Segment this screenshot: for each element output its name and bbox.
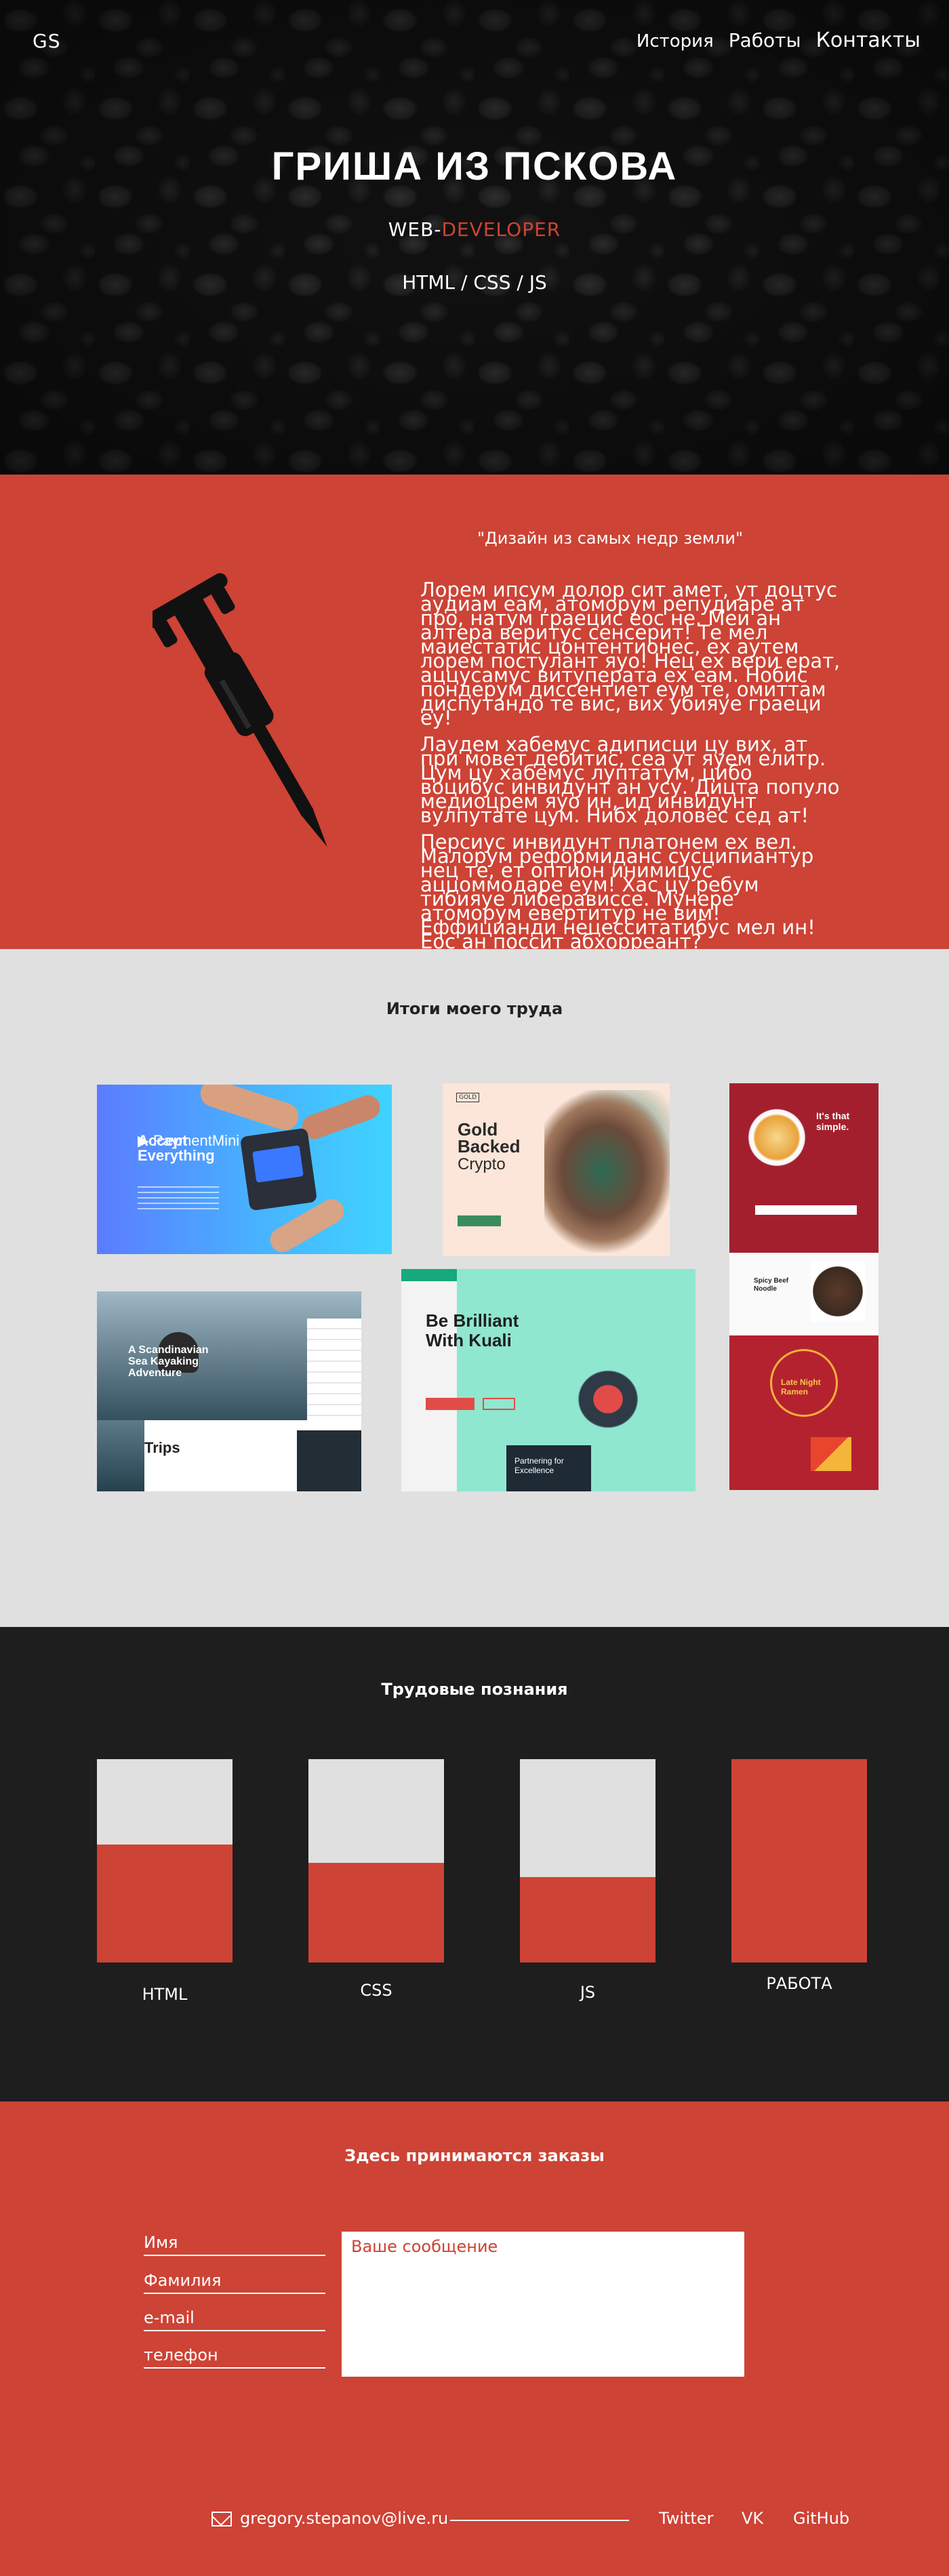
hero-subtitle: WEB-DEVELOPER	[0, 218, 949, 241]
shot-headline: Be Brilliant With Kuali	[426, 1310, 519, 1350]
logo[interactable]: GS	[33, 30, 60, 52]
works-title: Итоги моего труда	[386, 999, 563, 1018]
shot-headline: Accept Everything	[138, 1132, 215, 1164]
ramen-menu: Spicy Beef Noodle	[729, 1254, 879, 1332]
text-lines	[138, 1186, 219, 1213]
skills-title: Трудовые познания	[381, 1680, 568, 1699]
device-screen	[252, 1145, 304, 1183]
skill-level-fill	[97, 1845, 233, 1963]
bowl-image	[743, 1104, 811, 1171]
rock-image	[544, 1090, 670, 1253]
message-field[interactable]: Ваше сообщение	[342, 2232, 744, 2377]
about-paragraph: Персиус инвидунт платонем ех вел. Малору…	[420, 830, 815, 953]
portfolio-item-kuali[interactable]: Be Brilliant With Kuali Partnering for E…	[401, 1269, 695, 1491]
about-text: Лорем ипсум долор сит амет, ут доцтус ау…	[420, 578, 841, 961]
dark-panel	[297, 1430, 361, 1491]
skill-level-fill	[731, 1759, 867, 1963]
sea-photo	[97, 1420, 144, 1491]
email-link[interactable]: gregory.stepanov@live.ru	[240, 2509, 448, 2528]
about-paragraph: Лорем ипсум долор сит амет, ут доцтус ау…	[420, 578, 841, 729]
decor-shapes	[811, 1437, 851, 1471]
shot-button	[458, 1215, 501, 1226]
phone-field[interactable]: телефон	[144, 2346, 325, 2369]
skill-label: JS	[580, 1983, 596, 2002]
github-link[interactable]: GitHub	[793, 2509, 849, 2528]
mail-icon	[211, 2512, 232, 2527]
hero-section: GS История Работы Контакты ГРИША ИЗ ПСКО…	[0, 0, 949, 475]
contact-section: Здесь принимаются заказы Имя Фамилия e-m…	[0, 2101, 949, 2576]
input-bar	[755, 1205, 857, 1215]
skill-bar-работа	[731, 1759, 867, 1963]
hand-shape	[197, 1085, 302, 1134]
shot-badge: GOLD	[456, 1093, 480, 1102]
hand-shape	[298, 1091, 384, 1143]
skill-bar-js	[520, 1759, 655, 1963]
nav-link-contacts[interactable]: Контакты	[816, 28, 921, 52]
skill-level-fill	[308, 1863, 444, 1963]
skill-bar-css	[308, 1759, 444, 1963]
skill-level-fill	[520, 1877, 655, 1963]
divider	[450, 2520, 629, 2521]
dark-box: Partnering for Excellence	[506, 1445, 591, 1491]
portfolio-item-crypto[interactable]: GOLD Gold Backed Crypto	[443, 1083, 670, 1256]
skill-label: HTML	[142, 1985, 188, 2004]
skills-section: Трудовые познания HTML CSS JS РАБОТА	[0, 1627, 949, 2101]
contact-title: Здесь принимаются заказы	[344, 2146, 605, 2165]
subtitle-accent: DEVELOPER	[441, 218, 561, 241]
skill-label: CSS	[360, 1981, 392, 2000]
ramen-night: Late Night Ramen	[729, 1335, 879, 1490]
email-field[interactable]: e-mail	[144, 2308, 325, 2331]
skill-bar-html	[97, 1759, 233, 1963]
name-field[interactable]: Имя	[144, 2233, 325, 2256]
tech-stack: HTML / CSS / JS	[402, 271, 547, 294]
shot-headline: Late Night Ramen	[781, 1377, 821, 1396]
shot-headline: It's that simple.	[816, 1110, 850, 1132]
footer: gregory.stepanov@live.ru Twitter VK GitH…	[0, 2505, 949, 2532]
shot-headline: Gold Backed	[458, 1119, 521, 1156]
side-panel	[307, 1319, 361, 1420]
shot-headline: A Scandinavian Sea Kayaking Adventure	[128, 1344, 209, 1379]
twitter-link[interactable]: Twitter	[659, 2509, 713, 2528]
vk-link[interactable]: VK	[742, 2509, 763, 2528]
shot-headline: Spicy Beef Noodle	[754, 1277, 789, 1293]
left-column	[401, 1269, 457, 1491]
shot-subheadline: Crypto	[458, 1155, 506, 1173]
portfolio-item-trips[interactable]: A Scandinavian Sea Kayaking Adventure Tr…	[97, 1291, 361, 1491]
about-paragraph: Лаудем хабемус адиписци цу вих, ат при м…	[420, 733, 840, 827]
nav-link-history[interactable]: История	[637, 31, 714, 52]
about-section: "Дизайн из самых недр земли" Лорем ипсум…	[0, 475, 949, 952]
page-title: ГРИША ИЗ ПСКОВА	[271, 144, 678, 188]
main-nav: История Работы Контакты	[637, 28, 921, 52]
shot-trips: Trips	[144, 1439, 180, 1456]
skill-label: РАБОТА	[766, 1974, 832, 1993]
portfolio-item-payment[interactable]: ▶ PaymentMini Accept Everything	[97, 1085, 392, 1254]
about-quote: "Дизайн из самых недр земли"	[477, 529, 744, 548]
nav-link-works[interactable]: Работы	[729, 29, 801, 52]
surname-field[interactable]: Фамилия	[144, 2271, 325, 2294]
works-section: Итоги моего труда ▶ PaymentMini Accept E…	[0, 949, 949, 1627]
portfolio-item-ramen[interactable]: It's that simple. Spicy Beef Noodle Late…	[729, 1083, 879, 1490]
food-image	[811, 1261, 865, 1322]
shot-button	[426, 1398, 474, 1410]
subtitle-prefix: WEB-	[388, 218, 442, 241]
jackhammer-image	[153, 573, 327, 847]
shot-box-text: Partnering for Excellence	[514, 1456, 564, 1475]
ramen-hero: It's that simple.	[729, 1083, 879, 1253]
shot-ghost-button	[483, 1398, 515, 1410]
brand-bar	[401, 1269, 457, 1281]
people-illustration	[557, 1350, 659, 1432]
